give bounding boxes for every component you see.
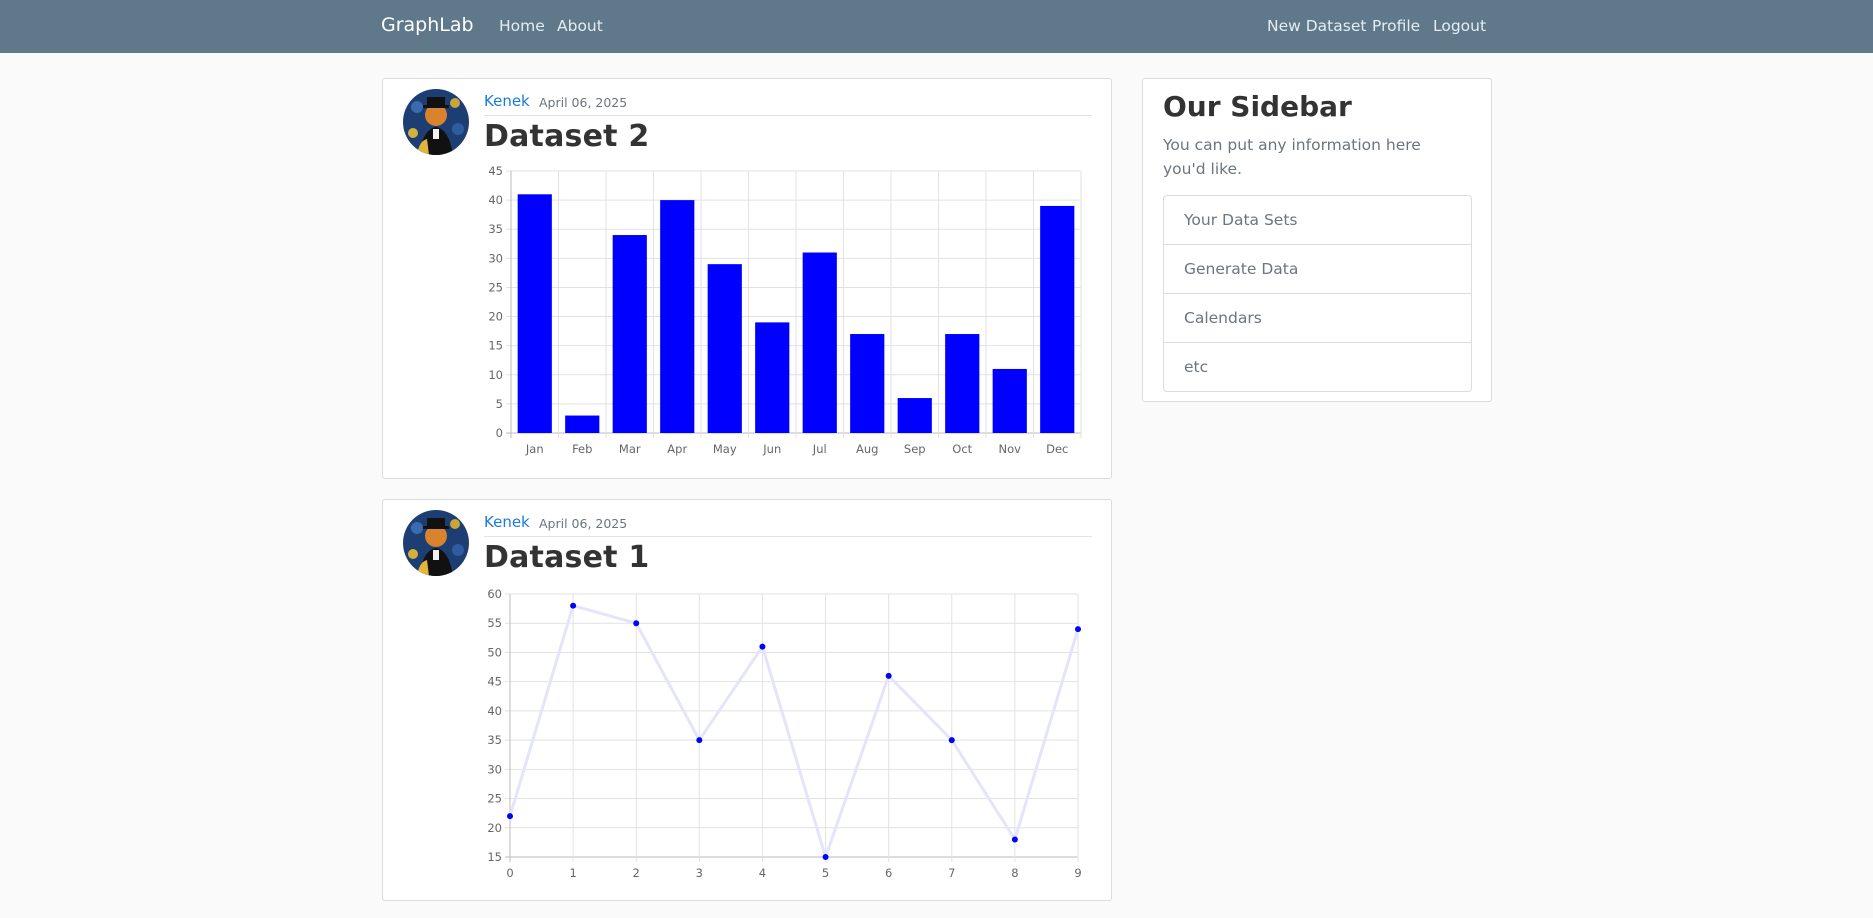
series-line: [508, 603, 1080, 862]
post-author-link[interactable]: Kenek: [484, 513, 530, 531]
bar: [755, 322, 790, 433]
data-point: [1011, 836, 1018, 843]
x-tick-label: 1: [569, 866, 576, 880]
post-date: April 06, 2025: [539, 516, 628, 531]
y-tick-label: 50: [487, 645, 502, 659]
y-tick-label: 55: [487, 616, 502, 630]
y-tick-label: 35: [488, 222, 503, 236]
sidebar-title: Our Sidebar: [1163, 90, 1352, 123]
bar: [565, 415, 600, 433]
sidebar-item-etc[interactable]: etc: [1164, 343, 1471, 391]
meta-divider: [484, 115, 1092, 116]
x-tick-label: 9: [1074, 866, 1081, 880]
y-tick-label: 45: [487, 675, 502, 689]
bar: [850, 334, 885, 433]
data-point: [696, 737, 703, 744]
y-tick-label: 25: [488, 280, 503, 294]
meta-divider: [484, 536, 1092, 537]
y-tick-label: 45: [488, 164, 503, 178]
x-tick-label: 7: [948, 866, 955, 880]
y-tick-label: 0: [496, 426, 503, 440]
x-tick-label: Feb: [572, 442, 592, 456]
data-point: [948, 737, 955, 744]
nav-home-link[interactable]: Home: [499, 17, 545, 35]
y-tick-label: 40: [488, 193, 503, 207]
bar: [945, 334, 980, 433]
sidebar-item-your-data-sets[interactable]: Your Data Sets: [1164, 196, 1471, 245]
y-tick-label: 5: [496, 397, 503, 411]
post-title-link[interactable]: Dataset 1: [484, 540, 649, 575]
bar: [1040, 205, 1075, 433]
bar: [897, 398, 932, 433]
sidebar-item-calendars[interactable]: Calendars: [1164, 294, 1471, 343]
navbar: GraphLab Home About New Dataset Profile …: [0, 0, 1873, 53]
bar: [612, 235, 647, 433]
x-tick-label: Jun: [762, 442, 781, 456]
sidebar-text: You can put any information here you'd l…: [1163, 136, 1421, 178]
x-tick-label: Nov: [999, 442, 1022, 456]
data-point: [1075, 626, 1081, 633]
x-tick-label: 5: [822, 866, 829, 880]
x-tick-label: 4: [759, 866, 766, 880]
y-tick-label: 20: [488, 310, 503, 324]
x-tick-label: 3: [696, 866, 703, 880]
x-tick-label: Apr: [667, 442, 687, 456]
y-tick-label: 30: [488, 251, 503, 265]
nav-logout-link[interactable]: Logout: [1433, 17, 1486, 35]
line-chart: 152025303540455055600 1 2 3 4 5 6 7 8 9: [487, 587, 1081, 880]
bar-chart: 0 5 10 15 20 25 30 35 40 45 Jan Feb Mar Apr May Jun Jul A…: [488, 164, 1082, 456]
bar: [802, 252, 837, 433]
x-tick-label: Oct: [952, 442, 972, 456]
bar: [707, 264, 742, 433]
nav-new-dataset-link[interactable]: New Dataset: [1267, 17, 1366, 35]
data-point: [885, 672, 892, 679]
post-author-link[interactable]: Kenek: [484, 92, 530, 110]
sidebar-item-generate-data[interactable]: Generate Data: [1164, 245, 1471, 294]
data-point: [507, 813, 513, 820]
x-tick-label: 2: [633, 866, 640, 880]
post-title-link[interactable]: Dataset 2: [484, 119, 649, 154]
x-tick-label: Aug: [856, 442, 878, 456]
data-point: [822, 854, 829, 860]
x-tick-label: 0: [506, 866, 513, 880]
data-point: [570, 602, 577, 609]
avatar[interactable]: [403, 510, 469, 576]
avatar[interactable]: [403, 89, 469, 155]
sidebar: Our Sidebar You can put any information …: [1142, 78, 1492, 402]
y-tick-label: 35: [487, 733, 502, 747]
x-tick-label: Sep: [904, 442, 926, 456]
y-tick-label: 60: [487, 587, 502, 601]
post-card: Kenek April 06, 2025 Dataset 1 15 20 25 30 3…: [382, 499, 1112, 901]
y-tick-label: 15: [487, 850, 502, 864]
y-tick-label: 20: [487, 821, 502, 835]
x-tick-label: May: [713, 442, 737, 456]
y-tick-label: 30: [487, 762, 502, 776]
bar: [992, 368, 1027, 433]
bar: [660, 200, 695, 433]
x-tick-label: Jul: [812, 442, 827, 456]
x-tick-label: Dec: [1046, 442, 1068, 456]
x-tick-label: 8: [1011, 866, 1018, 880]
nav-profile-link[interactable]: Profile: [1372, 17, 1420, 35]
data-point: [759, 643, 766, 650]
bar: [517, 194, 552, 433]
y-tick-label: 15: [488, 339, 503, 353]
x-tick-label: Jan: [525, 442, 544, 456]
sidebar-list: Your Data Sets Generate Data Calendars e…: [1163, 195, 1472, 392]
nav-about-link[interactable]: About: [557, 17, 603, 35]
y-tick-label: 10: [488, 368, 503, 382]
y-tick-label: 40: [487, 704, 502, 718]
brand-link[interactable]: GraphLab: [381, 14, 474, 36]
x-tick-label: Mar: [619, 442, 641, 456]
x-tick-label: 6: [885, 866, 892, 880]
post-card: Kenek April 06, 2025 Dataset 2 0 5 10 15 20 2…: [382, 78, 1112, 479]
data-point: [633, 620, 640, 627]
post-date: April 06, 2025: [539, 95, 628, 110]
y-tick-label: 25: [487, 792, 502, 806]
